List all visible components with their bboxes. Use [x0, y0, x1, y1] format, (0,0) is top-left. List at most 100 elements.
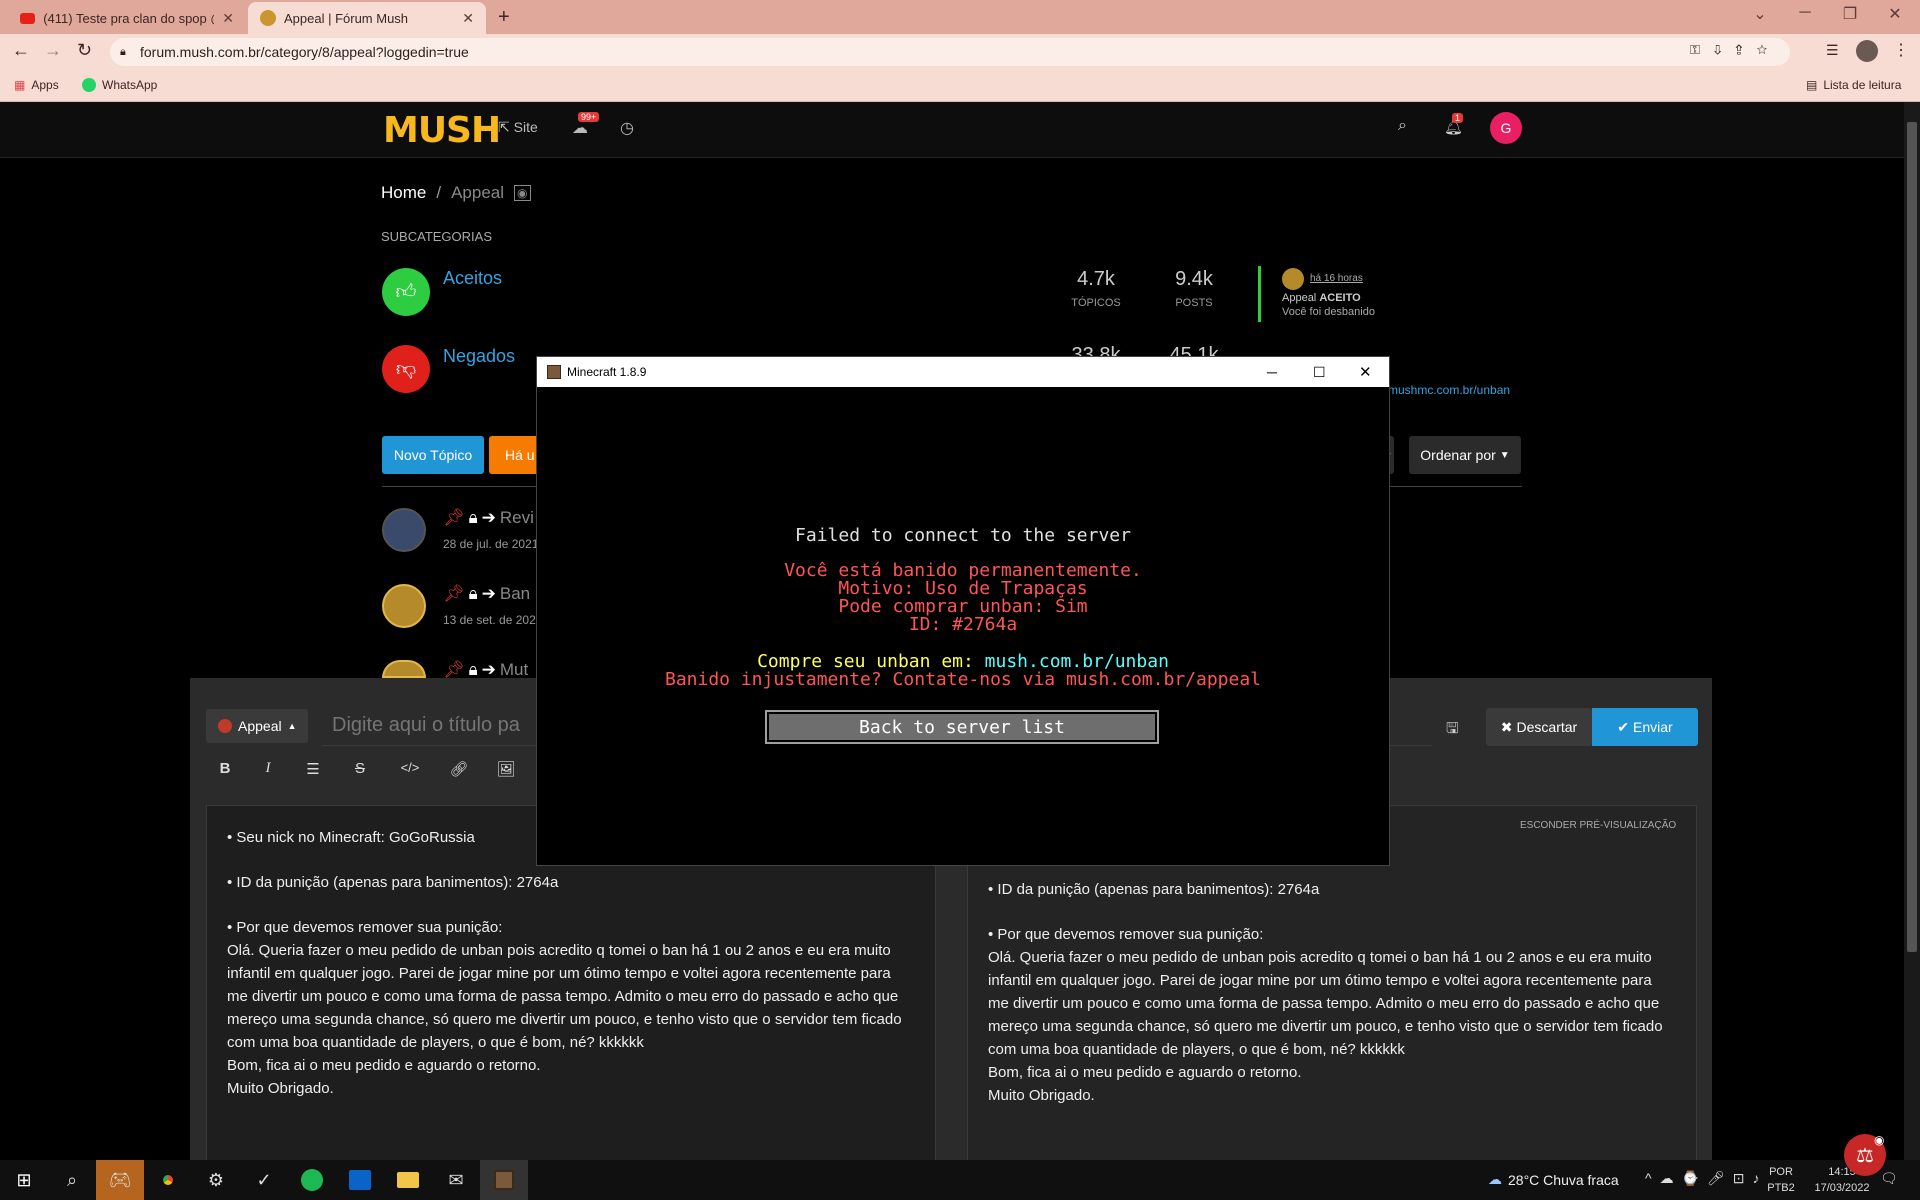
discard-button[interactable]: ✖ Descartar: [1486, 708, 1592, 746]
last-post-time[interactable]: há 16 horas: [1310, 273, 1363, 284]
pin-icon: 📌︎: [443, 660, 465, 679]
reading-list-button[interactable]: ▤ Lista de leitura: [1806, 78, 1901, 92]
eye-icon[interactable]: ◉: [1874, 1133, 1884, 1147]
hide-preview-link[interactable]: ESCONDER PRÉ-VISUALIZAÇÃO: [1520, 814, 1676, 837]
mc-minimize-icon[interactable]: ─: [1267, 364, 1277, 380]
recent-clock-icon[interactable]: ◷: [620, 118, 634, 138]
last-post-snippet[interactable]: mushmc.com.br/unban: [1388, 383, 1510, 397]
youtube-icon: [20, 12, 36, 24]
mc-close-icon[interactable]: ✕: [1359, 363, 1372, 381]
topics-count: 4.7k: [1077, 268, 1115, 290]
caret-down-icon: ▼: [1499, 449, 1510, 461]
tab-title: Appeal | Fórum Mush: [284, 10, 409, 26]
tab-youtube[interactable]: (411) Teste pra clan do spop @tr ✕: [8, 2, 246, 34]
back-to-server-list-button[interactable]: Back to server list: [765, 710, 1159, 744]
cloud-rain-icon: ☁: [1488, 1171, 1502, 1187]
apps-grid-icon: ▦: [14, 78, 26, 92]
restore-icon[interactable]: ❐: [1830, 4, 1870, 24]
image-icon[interactable]: 🖼︎: [491, 760, 521, 778]
spotify-icon[interactable]: [288, 1160, 336, 1200]
windows-start-icon[interactable]: ⊞: [0, 1160, 48, 1200]
category-icon: [218, 719, 232, 733]
chrome-icon[interactable]: [144, 1160, 192, 1200]
notifications-center-icon[interactable]: 🗨︎: [1880, 1170, 1898, 1187]
steam-icon[interactable]: ⚙: [192, 1160, 240, 1200]
rss-icon[interactable]: ◉: [514, 185, 531, 201]
list-icon[interactable]: ☰: [298, 760, 328, 778]
moved-arrow-icon: ➔: [481, 660, 496, 679]
user-avatar[interactable]: G: [1490, 112, 1522, 144]
last-post-title[interactable]: Appeal ACEITO: [1282, 292, 1361, 304]
mail-icon[interactable]: ✉: [432, 1160, 480, 1200]
profile-avatar[interactable]: [1856, 40, 1878, 62]
topic-avatar[interactable]: [382, 508, 426, 552]
thumbs-down-icon[interactable]: 👎︎: [382, 345, 430, 393]
sort-button[interactable]: Ordenar por ▼: [1409, 436, 1521, 474]
address-bar[interactable]: 🔒︎ forum.mush.com.br/category/8/appeal?l…: [110, 38, 1790, 66]
new-tab-icon[interactable]: +: [498, 6, 510, 29]
close-tab-icon[interactable]: ✕: [222, 10, 234, 27]
moved-arrow-icon: ➔: [481, 508, 496, 527]
reload-icon[interactable]: ↻: [77, 40, 92, 61]
outlook-icon[interactable]: [336, 1160, 384, 1200]
preview-thanks: Muito Obrigado.: [988, 1087, 1095, 1104]
pin-icon: 📌︎: [443, 584, 465, 603]
search-icon[interactable]: ⌕: [1398, 117, 1407, 135]
minimize-icon[interactable]: ─: [1785, 4, 1825, 22]
topic-avatar[interactable]: [382, 584, 426, 628]
strikethrough-icon[interactable]: S: [345, 760, 375, 777]
breadcrumb-home[interactable]: Home: [381, 183, 426, 203]
scrollbar-thumb[interactable]: [1907, 122, 1917, 952]
tray-icons[interactable]: ^☁⌚🎤︎⊡♪: [1645, 1170, 1768, 1187]
last-post-avatar[interactable]: [1282, 268, 1304, 290]
editor-line-why: • Por que devemos remover sua punição:: [227, 919, 503, 936]
topic-avatar[interactable]: [382, 660, 426, 678]
close-window-icon[interactable]: ✕: [1875, 4, 1915, 24]
url-text: forum.mush.com.br/category/8/appeal?logg…: [140, 44, 469, 60]
tab-search-icon[interactable]: ⌄: [1740, 4, 1780, 24]
mush-logo[interactable]: MUSH: [383, 110, 501, 151]
page-scrollbar[interactable]: [1904, 102, 1920, 1160]
preview-body: Olá. Queria fazer o meu pedido de unban …: [988, 949, 1663, 1058]
new-topic-button[interactable]: Novo Tópico: [382, 436, 484, 474]
category-aceitos[interactable]: Aceitos: [443, 268, 502, 289]
send-button[interactable]: ✔ Enviar: [1592, 708, 1698, 746]
weather-widget[interactable]: ☁ 28°C Chuva fraca: [1488, 1171, 1619, 1188]
bookmark-whatsapp[interactable]: WhatsApp: [82, 78, 157, 92]
link-icon[interactable]: 🔗︎: [444, 760, 474, 778]
back-icon[interactable]: ←: [12, 40, 30, 61]
category-selector[interactable]: Appeal ▲: [206, 709, 308, 743]
mc-maximize-icon[interactable]: ☐: [1313, 364, 1326, 381]
italic-icon[interactable]: I: [253, 760, 283, 777]
thumbs-up-icon[interactable]: 👍︎: [382, 268, 430, 316]
minecraft-icon: [547, 365, 561, 379]
category-negados[interactable]: Negados: [443, 346, 515, 367]
tab-forum[interactable]: Appeal | Fórum Mush ✕: [248, 2, 486, 34]
menu-icon[interactable]: ⋮: [1893, 40, 1909, 60]
search-icon[interactable]: ⌕: [48, 1160, 96, 1200]
preview-line-id: • ID da punição (apenas para banimentos)…: [988, 881, 1320, 898]
topic-title[interactable]: 📌︎ 🔒︎ ➔ Ban: [443, 584, 530, 604]
chat-badge: 99+: [578, 112, 600, 122]
last-post-snippet: Você foi desbanido: [1282, 306, 1375, 318]
minecraft-titlebar[interactable]: Minecraft 1.8.9 ─ ☐ ✕: [537, 357, 1389, 387]
valorant-icon[interactable]: ✓: [240, 1160, 288, 1200]
game-bar-icon[interactable]: 🎮︎: [96, 1160, 144, 1200]
code-icon[interactable]: </>: [395, 760, 425, 775]
windows-taskbar: ⊞ ⌕ 🎮︎ ⚙ ✓ ✉: [0, 1160, 1920, 1200]
site-link[interactable]: ⇱ Site: [498, 119, 538, 136]
minecraft-taskbar-icon[interactable]: [480, 1160, 528, 1200]
topic-title[interactable]: 📌︎ 🔒︎ ➔ Mut: [443, 660, 528, 680]
posts-count: 9.4k: [1175, 268, 1213, 290]
bold-icon[interactable]: B: [210, 760, 240, 777]
pin-icon: 📌︎: [443, 508, 465, 527]
file-explorer-icon[interactable]: [384, 1160, 432, 1200]
bookmark-apps[interactable]: ▦ Apps: [14, 78, 59, 92]
input-language[interactable]: POR PTB2: [1766, 1164, 1796, 1196]
reading-list-icon[interactable]: ☰: [1826, 42, 1839, 59]
forward-icon[interactable]: →: [44, 40, 62, 61]
close-tab-icon[interactable]: ✕: [462, 10, 474, 27]
topic-title[interactable]: 📌︎ 🔒︎ ➔ Revi: [443, 508, 534, 528]
omnibox-actions-icon[interactable]: ⚿⇩⇪☆: [1690, 42, 1781, 58]
draft-save-icon[interactable]: 🖫: [1446, 718, 1459, 743]
